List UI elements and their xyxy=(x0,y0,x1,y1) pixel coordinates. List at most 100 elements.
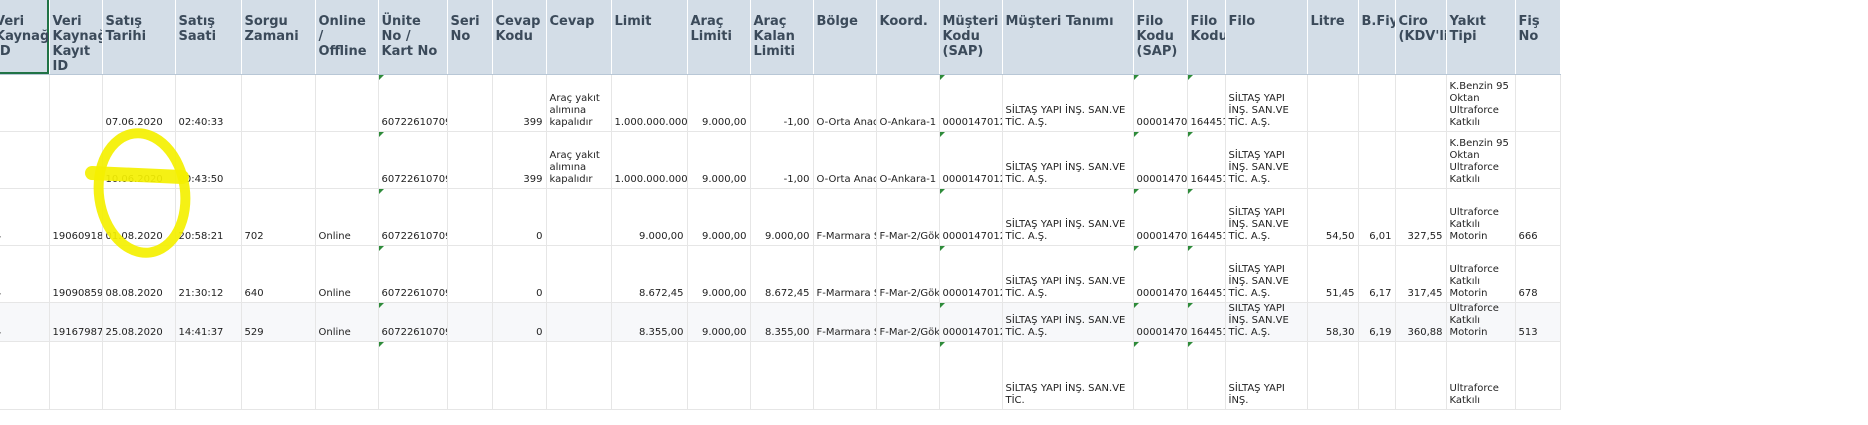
cell-litre[interactable]: 54,50 xyxy=(1307,188,1359,246)
cell-musteri-kodu[interactable]: 0000147012 xyxy=(939,302,1003,342)
column-header-yakit-tipi[interactable]: Yakıt Tipi xyxy=(1446,0,1516,75)
cell-veri-kaynagi-kayit-id[interactable] xyxy=(49,341,103,410)
cell-unite-no[interactable]: 6072261070906985 xyxy=(378,131,448,189)
cell-fis-no[interactable] xyxy=(1515,131,1561,189)
cell-filo-kodu-sap[interactable] xyxy=(1133,341,1188,410)
cell-satis-tarihi[interactable] xyxy=(102,341,176,410)
cell-unite-no[interactable]: 6072261070906985 xyxy=(378,302,448,342)
cell-ciro[interactable] xyxy=(1395,341,1447,410)
column-header-unite-no[interactable]: Ünite No / Kart No xyxy=(378,0,448,75)
cell-seri-no[interactable] xyxy=(447,341,493,410)
cell-musteri-tanimi[interactable]: SİLTAŞ YAPI İNŞ. SAN.VE TİC. A.Ş. xyxy=(1002,74,1134,132)
cell-arac-limiti[interactable]: 9.000,00 xyxy=(687,131,751,189)
column-header-filo[interactable]: Filo xyxy=(1225,0,1308,75)
cell-unite-no[interactable]: 6072261070906985 xyxy=(378,188,448,246)
cell-filo-kodu[interactable] xyxy=(1187,341,1226,410)
cell-veri-kaynagi-kayit-id[interactable]: 190908593 xyxy=(49,245,103,303)
cell-arac-kalan-limiti[interactable]: -1,00 xyxy=(750,74,814,132)
column-header-litre[interactable]: Litre xyxy=(1307,0,1359,75)
cell-cevap[interactable]: Araç yakıt alımına kapalıdır xyxy=(546,131,612,189)
cell-veri-kaynagi-id[interactable]: 4 xyxy=(0,245,50,303)
cell-sorgu-zamani[interactable] xyxy=(241,131,316,189)
cell-ciro[interactable] xyxy=(1395,74,1447,132)
cell-yakit-tipi[interactable]: Ultraforce Katkılı xyxy=(1446,341,1516,410)
cell-ciro[interactable]: 317,45 xyxy=(1395,245,1447,303)
column-header-filo-kodu-sap[interactable]: Filo Kodu (SAP) xyxy=(1133,0,1188,75)
cell-bolge[interactable] xyxy=(813,341,877,410)
cell-satis-saati[interactable]: 14:41:37 xyxy=(175,302,242,342)
cell-musteri-kodu[interactable]: 0000147012 xyxy=(939,188,1003,246)
cell-filo-kodu-sap[interactable]: 0000147012 xyxy=(1133,131,1188,189)
cell-b-fiyat[interactable]: 6,17 xyxy=(1358,245,1396,303)
column-header-b-fiyat[interactable]: B.Fiyat xyxy=(1358,0,1396,75)
cell-koord[interactable]: F-Mar-2/Gökhan xyxy=(876,302,940,342)
column-header-satis-saati[interactable]: Satış Saati xyxy=(175,0,242,75)
cell-veri-kaynagi-id[interactable] xyxy=(0,131,50,189)
cell-veri-kaynagi-id[interactable]: 4 xyxy=(0,188,50,246)
column-header-cevap[interactable]: Cevap xyxy=(546,0,612,75)
cell-koord[interactable]: O-Ankara-1 S.G. xyxy=(876,131,940,189)
cell-b-fiyat[interactable]: 6,01 xyxy=(1358,188,1396,246)
cell-satis-tarihi[interactable]: 01.08.2020 xyxy=(102,188,176,246)
cell-arac-limiti[interactable]: 9.000,00 xyxy=(687,188,751,246)
cell-musteri-tanimi[interactable]: SİLTAŞ YAPI İNŞ. SAN.VE TİC. xyxy=(1002,341,1134,410)
cell-litre[interactable] xyxy=(1307,341,1359,410)
cell-koord[interactable]: O-Ankara-1 S.G. xyxy=(876,74,940,132)
cell-cevap-kodu[interactable]: 0 xyxy=(492,302,547,342)
column-header-online-offline[interactable]: Online / Offline xyxy=(315,0,379,75)
cell-b-fiyat[interactable]: 6,19 xyxy=(1358,302,1396,342)
cell-limit[interactable] xyxy=(611,341,688,410)
cell-ciro[interactable]: 327,55 xyxy=(1395,188,1447,246)
cell-litre[interactable]: 58,30 xyxy=(1307,302,1359,342)
cell-cevap-kodu[interactable] xyxy=(492,341,547,410)
column-header-arac-kalan-limiti[interactable]: Araç Kalan Limiti xyxy=(750,0,814,75)
cell-bolge[interactable]: F-Marmara Satış xyxy=(813,188,877,246)
cell-musteri-tanimi[interactable]: SİLTAŞ YAPI İNŞ. SAN.VE TİC. A.Ş. xyxy=(1002,245,1134,303)
cell-filo[interactable]: SİLTAŞ YAPI İNŞ. SAN.VE TİC. A.Ş. xyxy=(1225,245,1308,303)
column-header-satis-tarihi[interactable]: Satış Tarihi xyxy=(102,0,176,75)
cell-seri-no[interactable] xyxy=(447,74,493,132)
cell-online-offline[interactable]: Online xyxy=(315,188,379,246)
cell-cevap-kodu[interactable]: 399 xyxy=(492,131,547,189)
cell-filo-kodu-sap[interactable]: 0000147012 xyxy=(1133,188,1188,246)
cell-sorgu-zamani[interactable] xyxy=(241,341,316,410)
cell-filo-kodu-sap[interactable]: 0000147012 xyxy=(1133,245,1188,303)
cell-arac-kalan-limiti[interactable]: -1,00 xyxy=(750,131,814,189)
column-header-cevap-kodu[interactable]: Cevap Kodu xyxy=(492,0,547,75)
cell-fis-no[interactable]: 513 xyxy=(1515,302,1561,342)
cell-filo[interactable]: SİLTAŞ YAPI İNŞ. SAN.VE TİC. A.Ş. xyxy=(1225,188,1308,246)
cell-musteri-tanimi[interactable]: SİLTAŞ YAPI İNŞ. SAN.VE TİC. A.Ş. xyxy=(1002,131,1134,189)
cell-arac-limiti[interactable] xyxy=(687,341,751,410)
column-header-seri-no[interactable]: Seri No xyxy=(447,0,493,75)
cell-seri-no[interactable] xyxy=(447,302,493,342)
column-header-koord[interactable]: Koord. xyxy=(876,0,940,75)
cell-filo-kodu[interactable]: 164451 xyxy=(1187,302,1226,342)
cell-arac-kalan-limiti[interactable]: 8.355,00 xyxy=(750,302,814,342)
cell-cevap-kodu[interactable]: 0 xyxy=(492,188,547,246)
cell-online-offline[interactable] xyxy=(315,131,379,189)
cell-limit[interactable]: 1.000.000.000,00 xyxy=(611,74,688,132)
cell-fis-no[interactable]: 666 xyxy=(1515,188,1561,246)
cell-seri-no[interactable] xyxy=(447,188,493,246)
cell-musteri-kodu[interactable]: 0000147012 xyxy=(939,74,1003,132)
cell-bolge[interactable]: F-Marmara Satış xyxy=(813,245,877,303)
column-header-musteri-tanimi[interactable]: Müşteri Tanımı xyxy=(1002,0,1134,75)
cell-online-offline[interactable] xyxy=(315,74,379,132)
cell-online-offline[interactable] xyxy=(315,341,379,410)
cell-unite-no[interactable]: 6072261070906985 xyxy=(378,74,448,132)
column-header-filo-kodu[interactable]: Filo Kodu xyxy=(1187,0,1226,75)
cell-musteri-tanimi[interactable]: SİLTAŞ YAPI İNŞ. SAN.VE TİC. A.Ş. xyxy=(1002,302,1134,342)
cell-cevap[interactable] xyxy=(546,188,612,246)
cell-musteri-kodu[interactable]: 0000147012 xyxy=(939,131,1003,189)
cell-ciro[interactable]: 360,88 xyxy=(1395,302,1447,342)
cell-veri-kaynagi-kayit-id[interactable] xyxy=(49,74,103,132)
cell-satis-saati[interactable]: 00:43:50 xyxy=(175,131,242,189)
cell-litre[interactable] xyxy=(1307,131,1359,189)
cell-arac-limiti[interactable]: 9.000,00 xyxy=(687,245,751,303)
cell-online-offline[interactable]: Online xyxy=(315,302,379,342)
cell-litre[interactable]: 51,45 xyxy=(1307,245,1359,303)
cell-filo-kodu[interactable]: 164451 xyxy=(1187,131,1226,189)
cell-veri-kaynagi-kayit-id[interactable]: 190609188 xyxy=(49,188,103,246)
cell-veri-kaynagi-id[interactable] xyxy=(0,341,50,410)
cell-cevap-kodu[interactable]: 399 xyxy=(492,74,547,132)
